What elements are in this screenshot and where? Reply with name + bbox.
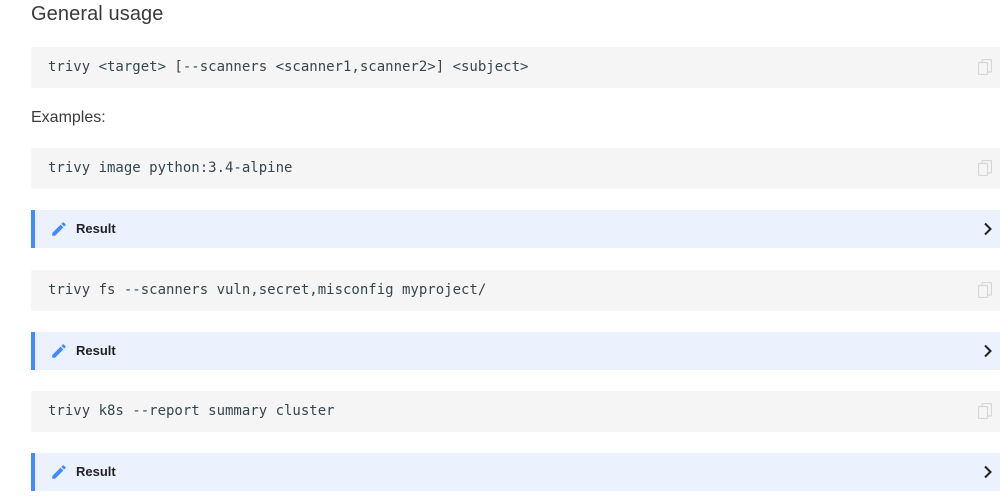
example-code-block: trivy k8s --report summary cluster: [31, 391, 1000, 432]
copy-icon[interactable]: [978, 403, 992, 419]
copy-icon[interactable]: [978, 59, 992, 75]
examples-label: Examples:: [31, 109, 106, 126]
result-collapsible[interactable]: Result: [31, 332, 1000, 370]
result-label: Result: [76, 343, 116, 358]
chevron-right-icon[interactable]: [982, 465, 994, 479]
code-text: trivy image python:3.4-alpine: [48, 160, 293, 176]
chevron-right-icon[interactable]: [982, 344, 994, 358]
copy-icon[interactable]: [978, 282, 992, 298]
code-text: trivy k8s --report summary cluster: [48, 403, 335, 419]
pencil-icon: [50, 220, 68, 238]
usage-code-block: trivy <target> [--scanners <scanner1,sca…: [31, 47, 1000, 88]
chevron-right-icon[interactable]: [982, 222, 994, 236]
section-heading: General usage: [31, 3, 164, 25]
result-label: Result: [76, 221, 116, 236]
result-collapsible[interactable]: Result: [31, 210, 1000, 248]
example-code-block: trivy image python:3.4-alpine: [31, 148, 1000, 189]
copy-icon[interactable]: [978, 160, 992, 176]
code-text: trivy <target> [--scanners <scanner1,sca…: [48, 59, 529, 75]
example-code-block: trivy fs --scanners vuln,secret,misconfi…: [31, 270, 1000, 311]
pencil-icon: [50, 342, 68, 360]
pencil-icon: [50, 463, 68, 481]
docs-page: General usage trivy <target> [--scanners…: [0, 0, 1000, 501]
code-text: trivy fs --scanners vuln,secret,misconfi…: [48, 282, 487, 298]
result-label: Result: [76, 464, 116, 479]
result-collapsible[interactable]: Result: [31, 453, 1000, 491]
